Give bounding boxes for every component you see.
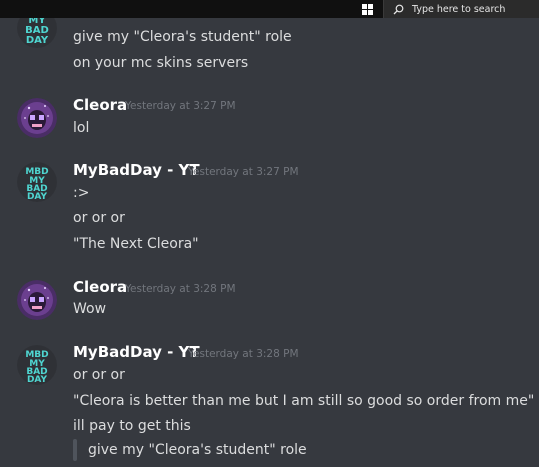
start-button[interactable] [355, 0, 379, 18]
author-name[interactable]: MyBadDay - YT [73, 161, 200, 179]
message-timestamp: Yesterday at 3:28 PM [125, 283, 236, 295]
author-name[interactable]: MyBadDay - YT [73, 343, 200, 361]
svg-text:DAY: DAY [27, 192, 48, 202]
svg-text:DAY: DAY [26, 35, 49, 46]
message-line: "Cleora is better than me but I am still… [73, 393, 535, 409]
quote-bar [73, 439, 77, 461]
author-name[interactable]: Cleora [73, 278, 127, 296]
message-timestamp: Yesterday at 3:27 PM [125, 100, 236, 112]
message-line: or or or [73, 367, 125, 383]
message-line: or or or [73, 210, 125, 226]
message-list[interactable]: MY BAD DAY give my "Cleora's student" ro… [0, 0, 539, 467]
message-line: lol [73, 120, 90, 136]
message-line: give my "Cleora's student" role [73, 29, 292, 45]
windows-logo-icon [361, 3, 373, 15]
taskbar-search-box[interactable]: Type here to search [383, 0, 539, 18]
message-line: on your mc skins servers [73, 55, 249, 71]
discord-chat-window: MY BAD DAY give my "Cleora's student" ro… [0, 0, 539, 467]
windows-taskbar: Type here to search [0, 0, 539, 18]
avatar[interactable] [17, 280, 57, 320]
search-placeholder: Type here to search [412, 3, 506, 15]
avatar[interactable]: MBD MY BAD DAY [17, 345, 57, 385]
cleora-avatar-icon [17, 280, 57, 320]
cleora-avatar-icon [17, 98, 57, 138]
svg-text:DAY: DAY [27, 375, 48, 385]
mybadday-logo-icon: MBD MY BAD DAY [17, 162, 57, 202]
author-name[interactable]: Cleora [73, 96, 127, 114]
quoted-message: give my "Cleora's student" role [88, 442, 307, 458]
message-line: Wow [73, 301, 107, 317]
mybadday-logo-icon: MBD MY BAD DAY [17, 345, 57, 385]
message-timestamp: Yesterday at 3:28 PM [188, 348, 299, 360]
message-timestamp: Yesterday at 3:27 PM [188, 166, 299, 178]
avatar[interactable]: MBD MY BAD DAY [17, 162, 57, 202]
message-line: ill pay to get this [73, 418, 191, 434]
message-line: "The Next Cleora" [73, 236, 199, 252]
search-icon [393, 4, 404, 15]
message-line: :> [73, 185, 90, 201]
avatar[interactable] [17, 98, 57, 138]
